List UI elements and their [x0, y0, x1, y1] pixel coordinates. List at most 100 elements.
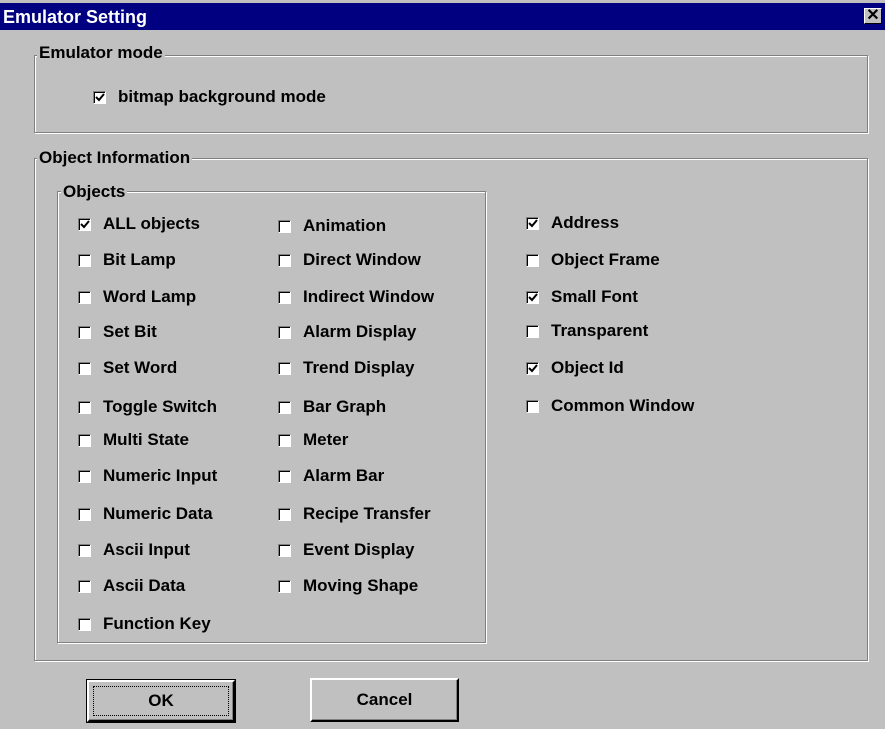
checkbox-box[interactable] [278, 469, 291, 483]
checkbox-object-frame[interactable]: Object Frame [526, 250, 660, 270]
checkbox-label: Ascii Data [103, 576, 186, 595]
cancel-button-label: Cancel [356, 690, 413, 709]
checkbox-function-key[interactable]: Function Key [78, 614, 211, 634]
checkbox-moving-shape[interactable]: Moving Shape [278, 576, 418, 596]
checkbox-box[interactable] [278, 433, 291, 447]
checkbox-transparent[interactable]: Transparent [526, 321, 648, 341]
checkbox-box[interactable] [78, 543, 91, 557]
checkbox-label: Word Lamp [103, 287, 197, 306]
checkmark-icon [528, 292, 538, 301]
checkbox-box[interactable] [78, 579, 91, 593]
checkbox-box[interactable] [278, 579, 291, 593]
checkbox-small-font[interactable]: Small Font [526, 287, 638, 307]
checkbox-box[interactable] [78, 400, 91, 414]
checkbox-box[interactable] [78, 325, 91, 339]
checkbox-indirect-window[interactable]: Indirect Window [278, 287, 434, 307]
checkbox-label: Indirect Window [303, 287, 435, 306]
checkbox-box[interactable] [278, 290, 291, 304]
checkbox-box[interactable] [526, 253, 539, 267]
checkbox-ascii-input[interactable]: Ascii Input [78, 540, 190, 560]
checkbox-toggle-switch[interactable]: Toggle Switch [78, 397, 217, 417]
checkbox-box[interactable] [278, 543, 291, 557]
checkbox-box[interactable] [78, 617, 91, 631]
checkbox-label: Small Font [551, 287, 638, 306]
checkbox-box[interactable] [278, 361, 291, 375]
checkbox-label: Animation [303, 216, 387, 235]
checkbox-set-word[interactable]: Set Word [78, 358, 177, 378]
checkbox-label: Event Display [303, 540, 415, 559]
checkbox-box[interactable] [78, 507, 91, 521]
checkbox-box[interactable] [526, 399, 539, 413]
checkbox-box[interactable] [278, 507, 291, 521]
checkbox-multi-state[interactable]: Multi State [78, 430, 189, 450]
checkbox-box[interactable] [278, 219, 291, 233]
checkbox-label: Multi State [103, 430, 189, 449]
bitmap-background-label: bitmap background mode [118, 87, 326, 106]
checkbox-box[interactable] [526, 324, 539, 338]
checkbox-box[interactable] [78, 253, 91, 267]
checkbox-common-window[interactable]: Common Window [526, 396, 694, 416]
checkbox-numeric-input[interactable]: Numeric Input [78, 466, 217, 486]
checkbox-set-bit[interactable]: Set Bit [78, 322, 157, 342]
checkbox-numeric-data[interactable]: Numeric Data [78, 504, 213, 524]
checkbox-object-id[interactable]: Object Id [526, 358, 624, 378]
checkbox-label: Bar Graph [303, 397, 387, 416]
checkbox-box[interactable] [278, 253, 291, 267]
checkbox-ascii-data[interactable]: Ascii Data [78, 576, 185, 596]
checkbox-box[interactable] [526, 216, 539, 230]
checkbox-label: Direct Window [303, 250, 421, 269]
ok-button[interactable]: OK [86, 679, 236, 723]
bitmap-background-box[interactable] [93, 90, 106, 104]
checkbox-box[interactable] [78, 217, 91, 231]
checkbox-label: Numeric Input [103, 466, 218, 485]
checkbox-label: Object Id [551, 358, 624, 377]
bitmap-background-checkbox[interactable]: bitmap background mode [93, 87, 326, 107]
checkbox-label: Meter [303, 430, 349, 449]
checkbox-meter[interactable]: Meter [278, 430, 348, 450]
checkbox-label: ALL objects [103, 214, 200, 233]
checkbox-alarm-display[interactable]: Alarm Display [278, 322, 416, 342]
checkbox-label: Address [551, 213, 620, 232]
checkbox-label: Ascii Input [103, 540, 190, 559]
checkmark-icon [95, 92, 105, 101]
checkbox-bit-lamp[interactable]: Bit Lamp [78, 250, 176, 270]
emulator-mode-legend: Emulator mode [37, 43, 165, 62]
checkbox-bar-graph[interactable]: Bar Graph [278, 397, 386, 417]
checkbox-trend-display[interactable]: Trend Display [278, 358, 414, 378]
checkbox-direct-window[interactable]: Direct Window [278, 250, 421, 270]
checkmark-icon [528, 363, 538, 372]
checkbox-event-display[interactable]: Event Display [278, 540, 415, 560]
checkbox-box[interactable] [78, 290, 91, 304]
checkbox-recipe-transfer[interactable]: Recipe Transfer [278, 504, 431, 524]
close-button[interactable]: ✕ [864, 8, 882, 24]
checkbox-label: Moving Shape [303, 576, 419, 595]
ok-button-label: OK [148, 691, 174, 710]
checkbox-box[interactable] [526, 290, 539, 304]
checkbox-label: Trend Display [303, 358, 415, 377]
checkbox-label: Alarm Display [303, 322, 417, 341]
checkbox-box[interactable] [278, 400, 291, 414]
checkbox-label: Function Key [103, 614, 211, 633]
checkbox-label: Set Bit [103, 322, 157, 341]
checkbox-label: Transparent [551, 321, 649, 340]
title-bar: Emulator Setting ✕ [0, 3, 885, 30]
checkbox-animation[interactable]: Animation [278, 216, 386, 236]
checkbox-label: Common Window [551, 396, 695, 415]
checkbox-box[interactable] [78, 433, 91, 447]
checkbox-box[interactable] [526, 361, 539, 375]
checkmark-icon [528, 218, 538, 227]
checkbox-address[interactable]: Address [526, 213, 619, 233]
checkbox-label: Recipe Transfer [303, 504, 431, 523]
checkbox-box[interactable] [78, 469, 91, 483]
checkbox-word-lamp[interactable]: Word Lamp [78, 287, 196, 307]
checkbox-alarm-bar[interactable]: Alarm Bar [278, 466, 384, 486]
checkbox-box[interactable] [278, 325, 291, 339]
checkbox-box[interactable] [78, 361, 91, 375]
objects-legend: Objects [61, 182, 128, 201]
checkbox-all-objects[interactable]: ALL objects [78, 214, 200, 234]
checkbox-label: Object Frame [551, 250, 660, 269]
checkmark-icon [80, 219, 90, 228]
window-title: Emulator Setting [3, 7, 148, 27]
cancel-button[interactable]: Cancel [310, 678, 459, 722]
checkbox-label: Numeric Data [103, 504, 213, 523]
